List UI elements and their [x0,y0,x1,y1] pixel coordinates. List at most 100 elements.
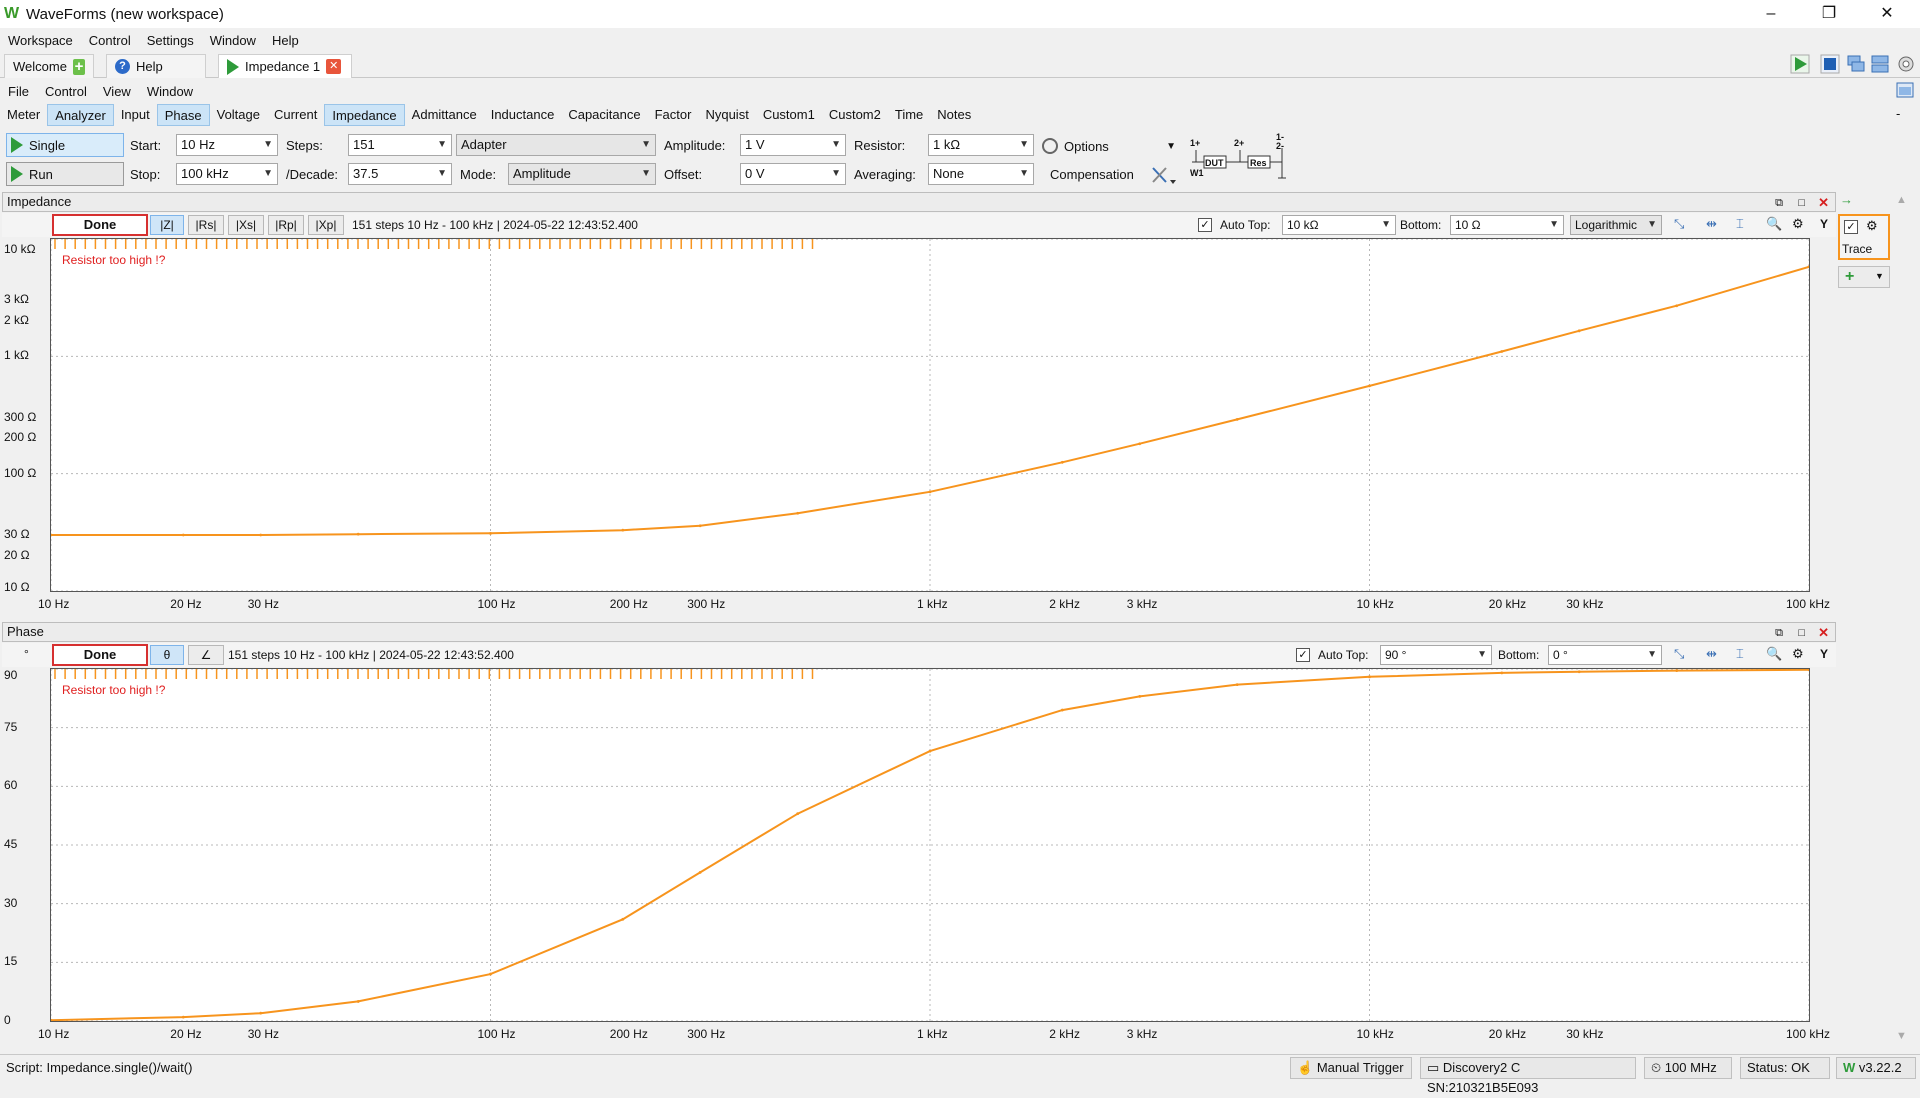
version-button[interactable]: W v3.22.2 [1836,1057,1916,1079]
single-button[interactable]: Single [6,133,124,157]
maximize-panel-icon[interactable]: □ [1798,194,1805,212]
tab-custom2[interactable]: Custom2 [822,104,888,126]
tile-icon[interactable] [1870,54,1890,74]
tab-notes[interactable]: Notes [930,104,978,126]
angle-button[interactable]: ∠ [188,645,224,665]
impedance-chart[interactable] [49,238,1811,592]
impedance-plot-area[interactable] [49,238,1811,592]
tab-phase[interactable]: Phase [156,104,210,126]
add-instrument-icon[interactable]: + [72,58,85,75]
theta-button[interactable]: θ [150,645,184,665]
y-axis-button[interactable]: Y [1820,217,1828,231]
z-magnitude-button[interactable]: |Z| [150,215,184,235]
tab-custom1[interactable]: Custom1 [756,104,822,126]
bottom-select[interactable]: 10 Ω ▼ [1450,215,1564,235]
resistor-select[interactable]: 1 kΩ ▼ [928,134,1034,156]
tab-welcome[interactable]: Welcome + [4,54,94,78]
options-button[interactable]: Options ▼ [1042,136,1176,156]
trace-settings-gear-icon[interactable]: ⚙ [1866,218,1878,234]
phase-auto-top-checkbox[interactable]: ✓ [1296,648,1310,662]
arrow-right-icon[interactable]: → [1840,192,1853,207]
decade-select[interactable]: 37.5 ▼ [348,163,452,185]
trace-checkbox[interactable]: ✓ [1844,220,1858,234]
phase-plot-area[interactable] [49,668,1811,1022]
rp-button[interactable]: |Rp| [268,215,304,235]
menu-inst-control[interactable]: Control [37,84,95,99]
xp-button[interactable]: |Xp| [308,215,344,235]
stop-select[interactable]: 100 kHz ▼ [176,163,278,185]
tab-current[interactable]: Current [267,104,324,126]
horizontal-cursor-icon[interactable]: ⇹ [1706,646,1717,662]
minimize-icon[interactable]: – [1748,2,1794,26]
tab-time[interactable]: Time [888,104,930,126]
menu-view[interactable]: View [95,84,139,99]
rs-button[interactable]: |Rs| [188,215,224,235]
tab-analyzer[interactable]: Analyzer [47,104,114,126]
tab-capacitance[interactable]: Capacitance [561,104,647,126]
tab-admittance[interactable]: Admittance [405,104,484,126]
menu-help[interactable]: Help [264,33,307,48]
steps-select[interactable]: 151 ▼ [348,134,452,156]
horizontal-cursor-icon[interactable]: ⇹ [1706,216,1717,232]
compensation-label[interactable]: Compensation [1050,167,1134,182]
scale-select[interactable]: Logarithmic ▼ [1570,215,1662,235]
tab-impedance[interactable]: Impedance 1 ✕ [218,54,352,78]
cascade-icon[interactable] [1846,54,1866,74]
menu-settings[interactable]: Settings [139,33,202,48]
phase-y-axis-button[interactable]: Y [1820,647,1828,661]
phase-chart[interactable] [49,668,1811,1022]
plot-settings-gear-icon[interactable]: ⚙ [1792,646,1804,662]
tab-help[interactable]: ? Help [106,54,206,78]
close-panel-icon[interactable]: ✕ [1818,624,1829,642]
device-button[interactable]: ▭ Discovery2 C SN:210321B5E093 [1420,1057,1636,1095]
float-panel-icon[interactable]: ⧉ [1775,194,1783,212]
mode-select[interactable]: Amplitude ▼ [508,163,656,185]
plot-settings-gear-icon[interactable]: ⚙ [1792,216,1804,232]
adapter-select[interactable]: Adapter ▼ [456,134,656,156]
manual-trigger-button[interactable]: ☝ Manual Trigger [1290,1057,1412,1079]
compensation-tool-icon[interactable] [1150,164,1178,186]
phase-top-select[interactable]: 90 ° ▼ [1380,645,1492,665]
tab-nyquist[interactable]: Nyquist [698,104,755,126]
menu-workspace[interactable]: Workspace [0,33,81,48]
tab-inductance[interactable]: Inductance [484,104,562,126]
run-all-icon[interactable] [1790,54,1810,74]
tab-voltage[interactable]: Voltage [210,104,267,126]
float-panel-icon[interactable]: ⧉ [1775,624,1783,642]
tab-factor[interactable]: Factor [648,104,699,126]
close-window-icon[interactable]: ✕ [1864,2,1910,26]
close-panel-icon[interactable]: ✕ [1818,194,1829,212]
close-tab-icon[interactable]: ✕ [326,59,342,74]
cursor-tool-icon[interactable]: ⤡ [1674,646,1684,662]
add-trace-button[interactable]: + ▼ [1838,266,1890,288]
collapse-icon[interactable]: - [1896,106,1900,121]
xs-button[interactable]: |Xs| [228,215,264,235]
maximize-panel-icon[interactable]: □ [1798,624,1805,642]
auto-top-checkbox[interactable]: ✓ [1198,218,1212,232]
run-button[interactable]: Run [6,162,124,186]
trace-item[interactable]: ✓ ⚙ Trace [1838,214,1890,260]
menu-file[interactable]: File [0,84,37,99]
tab-impedance-view[interactable]: Impedance [324,104,405,126]
averaging-select[interactable]: None ▼ [928,163,1034,185]
tab-meter[interactable]: Meter [0,104,47,126]
vertical-cursor-icon[interactable]: ⌶ [1736,216,1744,232]
tab-input[interactable]: Input [114,104,157,126]
scroll-up-icon[interactable]: ▲ [1896,194,1907,206]
zoom-icon[interactable]: 🔍 [1766,646,1782,662]
menu-control[interactable]: Control [81,33,139,48]
start-select[interactable]: 10 Hz ▼ [176,134,278,156]
amplitude-select[interactable]: 1 V ▼ [740,134,846,156]
zoom-icon[interactable]: 🔍 [1766,216,1782,232]
menu-inst-window[interactable]: Window [139,84,201,99]
clock-button[interactable]: ⏲ 100 MHz [1644,1057,1732,1079]
vertical-cursor-icon[interactable]: ⌶ [1736,646,1744,662]
settings-gear-icon[interactable] [1896,54,1916,74]
cursor-tool-icon[interactable]: ⤡ [1674,216,1684,232]
stop-all-icon[interactable] [1820,54,1840,74]
scroll-down-icon[interactable]: ▼ [1896,1030,1907,1042]
restore-icon[interactable]: ❐ [1806,2,1852,26]
offset-select[interactable]: 0 V ▼ [740,163,846,185]
menu-window[interactable]: Window [202,33,264,48]
status-button[interactable]: Status: OK [1740,1057,1830,1079]
